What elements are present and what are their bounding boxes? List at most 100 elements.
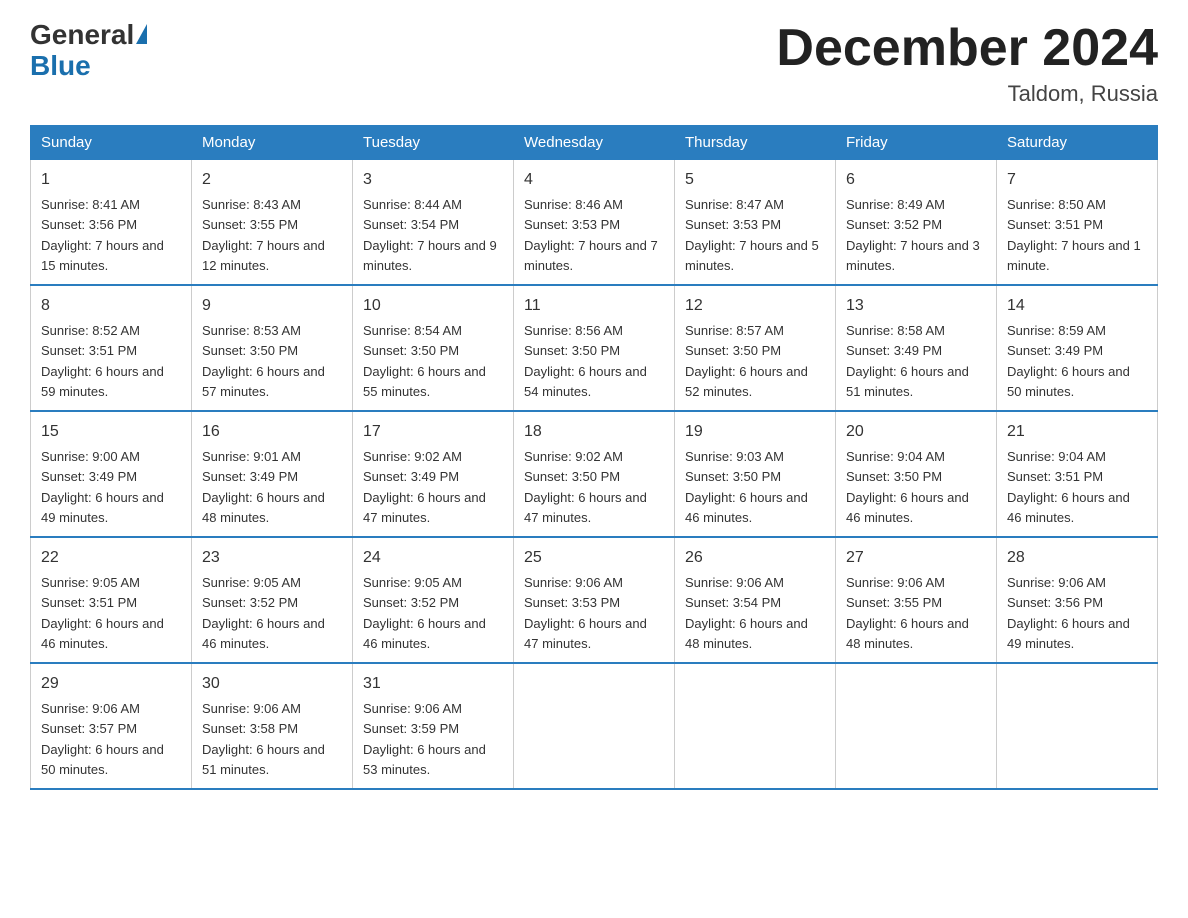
day-info: Sunrise: 9:05 AMSunset: 3:51 PMDaylight:… (41, 575, 164, 651)
day-number: 27 (846, 546, 986, 570)
table-row: 9Sunrise: 8:53 AMSunset: 3:50 PMDaylight… (192, 285, 353, 411)
day-number: 28 (1007, 546, 1147, 570)
day-info: Sunrise: 9:06 AMSunset: 3:54 PMDaylight:… (685, 575, 808, 651)
day-number: 4 (524, 168, 664, 192)
table-row: 24 Sunrise: 9:05 AMSunset: 3:52 PMDayligh… (353, 537, 514, 663)
day-info: Sunrise: 9:06 AMSunset: 3:53 PMDaylight:… (524, 575, 647, 651)
day-info: Sunrise: 8:57 AMSunset: 3:50 PMDaylight:… (685, 323, 808, 399)
table-row: 1Sunrise: 8:41 AMSunset: 3:56 PMDaylight… (31, 160, 192, 286)
day-number: 25 (524, 546, 664, 570)
day-number: 18 (524, 420, 664, 444)
table-row: 25 Sunrise: 9:06 AMSunset: 3:53 PMDayligh… (514, 537, 675, 663)
table-row: 21 Sunrise: 9:04 AMSunset: 3:51 PMDayligh… (997, 411, 1158, 537)
day-info: Sunrise: 8:47 AMSunset: 3:53 PMDaylight:… (685, 197, 819, 273)
day-number: 30 (202, 672, 342, 696)
day-number: 11 (524, 294, 664, 318)
col-monday: Monday (192, 126, 353, 160)
table-row: 18Sunrise: 9:02 AMSunset: 3:50 PMDayligh… (514, 411, 675, 537)
day-number: 19 (685, 420, 825, 444)
day-info: Sunrise: 9:05 AMSunset: 3:52 PMDaylight:… (363, 575, 486, 651)
day-info: Sunrise: 9:04 AMSunset: 3:50 PMDaylight:… (846, 449, 969, 525)
table-row: 10Sunrise: 8:54 AMSunset: 3:50 PMDayligh… (353, 285, 514, 411)
day-number: 24 (363, 546, 503, 570)
calendar-week-row: 29Sunrise: 9:06 AMSunset: 3:57 PMDayligh… (31, 663, 1158, 789)
table-row: 12Sunrise: 8:57 AMSunset: 3:50 PMDayligh… (675, 285, 836, 411)
calendar-week-row: 1Sunrise: 8:41 AMSunset: 3:56 PMDaylight… (31, 160, 1158, 286)
title-section: December 2024 Taldom, Russia (776, 20, 1158, 107)
day-number: 3 (363, 168, 503, 192)
table-row: 7Sunrise: 8:50 AMSunset: 3:51 PMDaylight… (997, 160, 1158, 286)
day-info: Sunrise: 9:06 AMSunset: 3:57 PMDaylight:… (41, 701, 164, 777)
table-row: 30 Sunrise: 9:06 AMSunset: 3:58 PMDayligh… (192, 663, 353, 789)
day-info: Sunrise: 9:00 AMSunset: 3:49 PMDaylight:… (41, 449, 164, 525)
table-row: 3 Sunrise: 8:44 AMSunset: 3:54 PMDaylight… (353, 160, 514, 286)
table-row: 11 Sunrise: 8:56 AMSunset: 3:50 PMDayligh… (514, 285, 675, 411)
table-row: 31Sunrise: 9:06 AMSunset: 3:59 PMDayligh… (353, 663, 514, 789)
day-number: 23 (202, 546, 342, 570)
day-number: 2 (202, 168, 342, 192)
day-number: 17 (363, 420, 503, 444)
day-info: Sunrise: 9:06 AMSunset: 3:55 PMDaylight:… (846, 575, 969, 651)
table-row: 28 Sunrise: 9:06 AMSunset: 3:56 PMDayligh… (997, 537, 1158, 663)
calendar-week-row: 15 Sunrise: 9:00 AMSunset: 3:49 PMDayligh… (31, 411, 1158, 537)
table-row: 13 Sunrise: 8:58 AMSunset: 3:49 PMDayligh… (836, 285, 997, 411)
day-number: 1 (41, 168, 181, 192)
table-row: 20Sunrise: 9:04 AMSunset: 3:50 PMDayligh… (836, 411, 997, 537)
day-number: 15 (41, 420, 181, 444)
table-row: 19 Sunrise: 9:03 AMSunset: 3:50 PMDayligh… (675, 411, 836, 537)
day-info: Sunrise: 8:44 AMSunset: 3:54 PMDaylight:… (363, 197, 497, 273)
day-info: Sunrise: 9:03 AMSunset: 3:50 PMDaylight:… (685, 449, 808, 525)
table-row: 14 Sunrise: 8:59 AMSunset: 3:49 PMDayligh… (997, 285, 1158, 411)
day-info: Sunrise: 8:59 AMSunset: 3:49 PMDaylight:… (1007, 323, 1130, 399)
table-row (514, 663, 675, 789)
day-number: 31 (363, 672, 503, 696)
calendar-header-row: Sunday Monday Tuesday Wednesday Thursday… (31, 126, 1158, 160)
table-row: 6Sunrise: 8:49 AMSunset: 3:52 PMDaylight… (836, 160, 997, 286)
day-number: 26 (685, 546, 825, 570)
col-friday: Friday (836, 126, 997, 160)
table-row (675, 663, 836, 789)
day-info: Sunrise: 8:56 AMSunset: 3:50 PMDaylight:… (524, 323, 647, 399)
logo-general-text: General (30, 20, 134, 51)
calendar-week-row: 8 Sunrise: 8:52 AMSunset: 3:51 PMDaylight… (31, 285, 1158, 411)
day-number: 21 (1007, 420, 1147, 444)
day-info: Sunrise: 8:52 AMSunset: 3:51 PMDaylight:… (41, 323, 164, 399)
day-info: Sunrise: 9:04 AMSunset: 3:51 PMDaylight:… (1007, 449, 1130, 525)
logo-blue-text: Blue (30, 51, 91, 82)
col-sunday: Sunday (31, 126, 192, 160)
day-info: Sunrise: 9:01 AMSunset: 3:49 PMDaylight:… (202, 449, 325, 525)
table-row: 15 Sunrise: 9:00 AMSunset: 3:49 PMDayligh… (31, 411, 192, 537)
table-row: 4 Sunrise: 8:46 AMSunset: 3:53 PMDaylight… (514, 160, 675, 286)
page-header: General Blue December 2024 Taldom, Russi… (30, 20, 1158, 107)
day-number: 8 (41, 294, 181, 318)
day-number: 14 (1007, 294, 1147, 318)
day-info: Sunrise: 9:06 AMSunset: 3:56 PMDaylight:… (1007, 575, 1130, 651)
logo-triangle-icon (136, 24, 147, 44)
day-info: Sunrise: 8:43 AMSunset: 3:55 PMDaylight:… (202, 197, 325, 273)
day-info: Sunrise: 9:05 AMSunset: 3:52 PMDaylight:… (202, 575, 325, 651)
month-title: December 2024 (776, 20, 1158, 77)
day-info: Sunrise: 8:46 AMSunset: 3:53 PMDaylight:… (524, 197, 658, 273)
day-info: Sunrise: 8:49 AMSunset: 3:52 PMDaylight:… (846, 197, 980, 273)
logo: General Blue (30, 20, 147, 82)
table-row: 17 Sunrise: 9:02 AMSunset: 3:49 PMDayligh… (353, 411, 514, 537)
day-number: 5 (685, 168, 825, 192)
day-number: 13 (846, 294, 986, 318)
table-row: 22Sunrise: 9:05 AMSunset: 3:51 PMDayligh… (31, 537, 192, 663)
day-info: Sunrise: 9:02 AMSunset: 3:49 PMDaylight:… (363, 449, 486, 525)
day-number: 7 (1007, 168, 1147, 192)
table-row: 29Sunrise: 9:06 AMSunset: 3:57 PMDayligh… (31, 663, 192, 789)
col-saturday: Saturday (997, 126, 1158, 160)
col-thursday: Thursday (675, 126, 836, 160)
calendar-table: Sunday Monday Tuesday Wednesday Thursday… (30, 125, 1158, 790)
day-info: Sunrise: 9:06 AMSunset: 3:58 PMDaylight:… (202, 701, 325, 777)
table-row: 8 Sunrise: 8:52 AMSunset: 3:51 PMDaylight… (31, 285, 192, 411)
col-tuesday: Tuesday (353, 126, 514, 160)
col-wednesday: Wednesday (514, 126, 675, 160)
day-info: Sunrise: 8:58 AMSunset: 3:49 PMDaylight:… (846, 323, 969, 399)
day-info: Sunrise: 8:54 AMSunset: 3:50 PMDaylight:… (363, 323, 486, 399)
table-row (997, 663, 1158, 789)
table-row (836, 663, 997, 789)
table-row: 27 Sunrise: 9:06 AMSunset: 3:55 PMDayligh… (836, 537, 997, 663)
table-row: 5 Sunrise: 8:47 AMSunset: 3:53 PMDaylight… (675, 160, 836, 286)
